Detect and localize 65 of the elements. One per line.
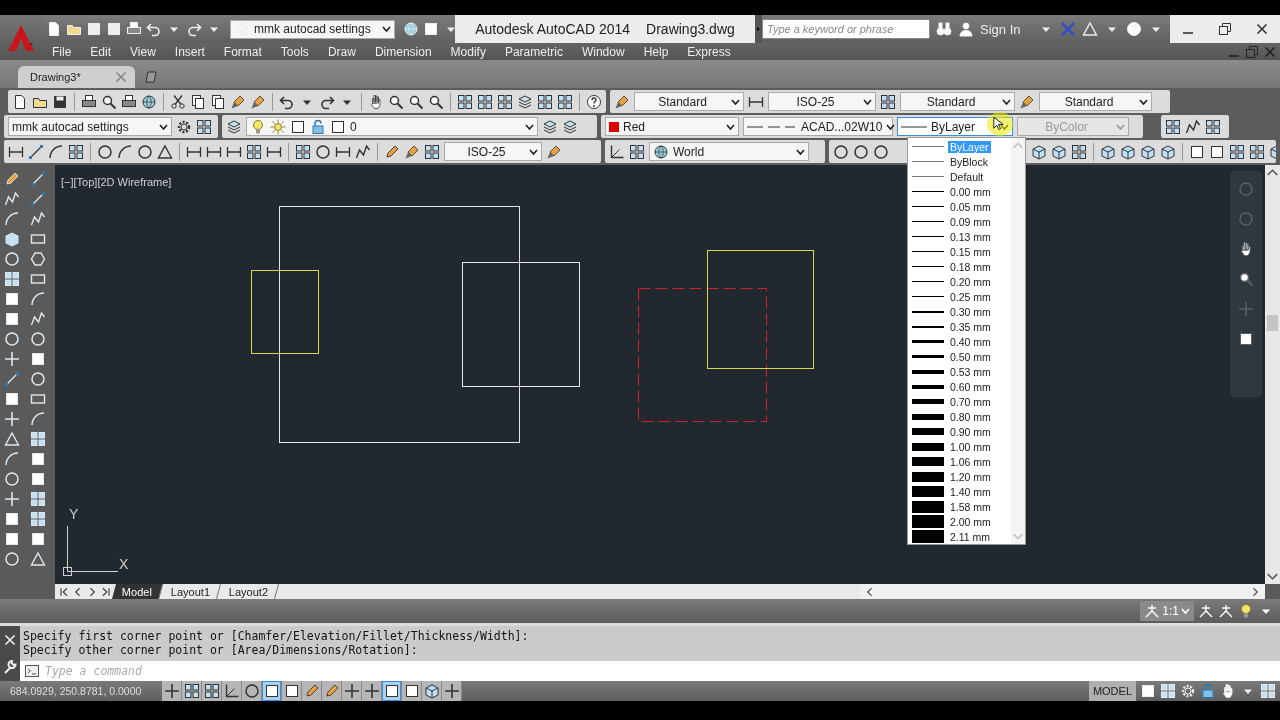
menu-item[interactable]: Format <box>223 44 262 59</box>
lineweight-option[interactable]: 1.40 mm <box>908 484 1011 499</box>
lineweight-option[interactable]: 0.53 mm <box>908 364 1011 379</box>
menu-item[interactable]: Modify <box>450 44 486 59</box>
lineweight-option[interactable]: 0.60 mm <box>908 379 1011 394</box>
lineweight-option[interactable]: 2.11 mm <box>908 529 1011 544</box>
history-line: Specify first corner point or [Chamfer/Elevation/Fillet/Thickness/Width]: <box>23 630 530 643</box>
menu-item[interactable]: Window <box>581 44 625 59</box>
lineweight-option[interactable]: Default <box>908 169 1011 184</box>
menu-item[interactable]: View <box>130 44 156 59</box>
lineweight-option[interactable]: 0.35 mm <box>908 319 1011 334</box>
axis-label: Y <box>69 506 79 522</box>
lineweight-option[interactable]: 0.18 mm <box>908 259 1011 274</box>
lineweight-option[interactable]: 0.40 mm <box>908 334 1011 349</box>
lineweight-option[interactable]: 2.00 mm <box>908 514 1011 529</box>
menu-item[interactable]: Insert <box>174 44 205 59</box>
lineweight-dropdown[interactable]: ByLayer <box>897 117 1013 136</box>
menu-item[interactable]: Edit <box>90 44 112 59</box>
document-name: Drawing3.dwg <box>646 21 735 37</box>
coordinates-readout: 684.0929, 250.8781, 0.0000 <box>9 685 143 697</box>
lineweight-option[interactable]: 0.90 mm <box>908 424 1011 439</box>
lineweight-option[interactable]: 0.25 mm <box>908 289 1011 304</box>
menu-item[interactable]: Parametric <box>504 44 563 59</box>
search-field[interactable]: Type a keyword or phrase <box>762 19 930 39</box>
workspace-dropdown[interactable]: mmk autocad settings <box>8 117 172 136</box>
lineweight-option[interactable]: 0.30 mm <box>908 304 1011 319</box>
linetype-dropdown[interactable]: ACAD...02W10 <box>743 117 893 136</box>
layer-dropdown[interactable]: 0 <box>246 117 538 136</box>
lineweight-option[interactable]: 1.58 mm <box>908 499 1011 514</box>
lineweight-option[interactable]: 0.20 mm <box>908 274 1011 289</box>
axis-label: X <box>119 556 129 572</box>
menu-item[interactable]: Dimension <box>374 44 432 59</box>
lineweight-option[interactable]: 1.20 mm <box>908 469 1011 484</box>
ucs-dropdown[interactable]: World <box>649 142 809 161</box>
dimension-style-dropdown[interactable]: ISO-25 <box>444 142 542 161</box>
menu-item[interactable]: Help <box>643 44 669 59</box>
lineweight-option[interactable]: 0.50 mm <box>908 349 1011 364</box>
menu-item[interactable]: Tools <box>280 44 309 59</box>
model-space-button[interactable]: MODEL <box>1088 681 1136 701</box>
table-style-dropdown[interactable]: Standard <box>900 92 1015 111</box>
layout-tab[interactable]: Model <box>112 584 163 599</box>
lineweight-option[interactable]: 0.05 mm <box>908 199 1011 214</box>
viewport-label[interactable]: [−][Top][2D Wireframe] <box>61 176 172 188</box>
dimension-style-dropdown[interactable]: ISO-25 <box>768 92 876 111</box>
document-tab[interactable]: Drawing3* <box>18 66 135 88</box>
history-line: Specify other corner point or [Area/Dimensions/Rotation]: <box>23 644 419 657</box>
lineweight-option[interactable]: 1.06 mm <box>908 454 1011 469</box>
menu-item[interactable]: File <box>52 44 72 59</box>
color-dropdown[interactable]: Red <box>605 117 739 136</box>
menu-item[interactable]: Draw <box>327 44 356 59</box>
lineweight-option[interactable]: 1.00 mm <box>908 439 1011 454</box>
workspace-dropdown[interactable]: mmk autocad settings <box>230 19 395 39</box>
lineweight-option[interactable]: 0.13 mm <box>908 229 1011 244</box>
menu-item[interactable]: Express <box>687 44 731 59</box>
lineweight-option[interactable]: 0.09 mm <box>908 214 1011 229</box>
lineweight-option[interactable]: 0.00 mm <box>908 184 1011 199</box>
text-style-dropdown[interactable]: Standard <box>634 92 744 111</box>
lineweight-option[interactable]: 0.70 mm <box>908 394 1011 409</box>
sign-in-link[interactable]: Sign In <box>980 21 1021 37</box>
command-field[interactable]: Type a command <box>43 663 1280 679</box>
lineweight-option[interactable]: 0.15 mm <box>908 244 1011 259</box>
lineweight-option[interactable]: ByBlock <box>908 154 1011 169</box>
multileader-style-dropdown[interactable]: Standard <box>1039 92 1152 111</box>
window-title: Autodesk AutoCAD 2014 <box>475 21 631 37</box>
lineweight-option[interactable]: 0.80 mm <box>908 409 1011 424</box>
